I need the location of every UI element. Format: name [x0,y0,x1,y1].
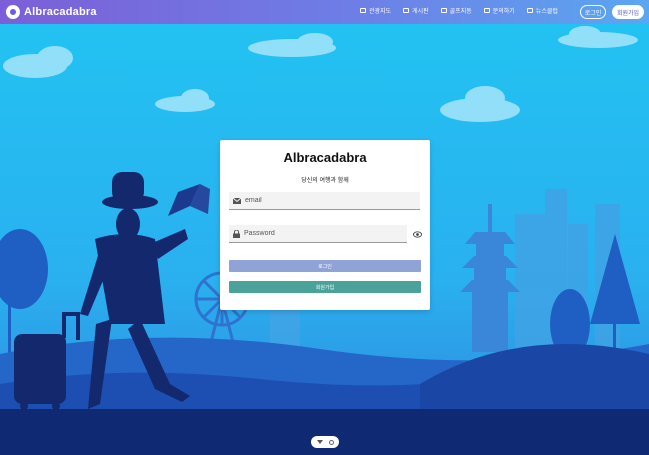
board-icon [403,8,410,13]
header-login-button[interactable]: 로그인 [580,5,606,19]
mail-icon [233,197,241,204]
login-card: Albracadabra 당신의 여행과 함께 로그인 회원가입 [220,140,430,310]
nav-item-contact[interactable]: 문의하기 [483,6,515,15]
news-icon [526,8,533,13]
arrow-down-icon [316,440,323,444]
eye-icon[interactable] [413,230,422,239]
brand-logo[interactable]: Albracadabra [6,4,97,20]
chat-icon [483,8,490,13]
email-field[interactable] [229,192,420,210]
logo-icon [6,5,20,19]
dot-icon [328,439,334,445]
nav-item-board[interactable]: 게시판 [403,6,429,15]
map-icon [360,8,366,13]
nav-item-label: 골프지동 [449,9,472,15]
lock-icon [233,229,240,238]
nav-item-label: 관광지도 [369,9,392,15]
brand-name: Albracadabra [24,6,97,18]
email-input[interactable] [245,197,395,204]
login-title: Albracadabra [283,150,367,165]
nav-item-label: 게시판 [412,9,429,15]
login-subtitle: 당신의 여행과 함께 [301,178,349,184]
top-navigation-bar: Albracadabra 관광지도 게시판 골프지동 문의하기 뉴스클럽 로그인… [0,0,649,24]
nav-item-news[interactable]: 뉴스클럽 [526,6,558,15]
login-button[interactable]: 로그인 [229,260,421,272]
golf-icon [440,8,447,13]
nav-item-label: 뉴스클럽 [535,9,558,15]
nav-item-golf[interactable]: 골프지동 [440,6,472,15]
password-input[interactable] [244,230,394,237]
header-signup-button[interactable]: 회원가입 [612,5,644,19]
signup-button[interactable]: 회원가입 [229,281,421,293]
nav-item-label: 문의하기 [492,9,515,15]
password-field[interactable] [229,225,407,243]
main-nav: 관광지도 게시판 골프지동 문의하기 뉴스클럽 [360,6,558,15]
scroll-indicator[interactable] [311,436,339,448]
nav-item-map[interactable]: 관광지도 [360,6,391,15]
